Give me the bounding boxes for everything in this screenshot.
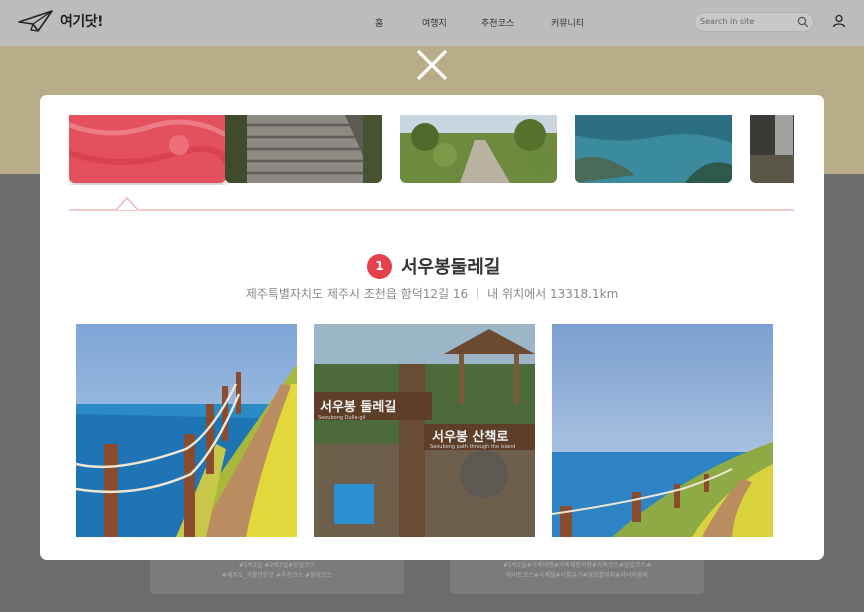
nav-item-destinations[interactable]: 여행지 [422,16,447,29]
sign-lower-en: Seoubong path through the island [430,444,515,450]
place-photo[interactable] [76,324,297,537]
sign-upper-en: Seoubong Dulle-gil [318,415,365,421]
carousel-thumb[interactable] [225,115,382,183]
card-tags: #1박2일#가족여행#가족체험여행#가족코스#당일코스# [502,562,652,569]
top-header: 여기닷! 홈 여행지 추천코스 커뮤니티 Search in site [0,0,864,46]
carousel-thumb[interactable] [575,115,732,183]
thumbnail-carousel [69,115,794,185]
search-box[interactable]: Search in site [694,12,814,32]
carousel-indicator-track [69,196,794,211]
nav-item-recommended-courses[interactable]: 추천코스 [481,16,514,29]
place-address: 제주특별자치도 제주시 조천읍 함덕12길 16 [245,287,469,301]
place-info: 제주특별자치도 제주시 조천읍 함덕12길 16 내 위치에서 13318.1km [40,285,824,302]
card-tags: #1박2일 #2박3일#당일코스 [238,562,316,569]
carousel-thumb[interactable] [750,115,794,183]
nav-item-community[interactable]: 커뮤니티 [551,16,584,29]
place-distance: 내 위치에서 13318.1km [487,287,619,301]
search-icon[interactable] [797,16,809,28]
user-icon[interactable] [832,14,846,28]
info-divider [477,288,479,299]
carousel-thumb[interactable] [400,115,557,183]
sign-upper-text: 서우봉 둘레길 [320,400,396,415]
nav-item-home[interactable]: 홈 [375,16,383,29]
place-photo[interactable]: 서우봉 둘레길 Seoubong Dulle-gil 서우봉 산책로 Seoub… [314,324,535,537]
place-photo[interactable] [552,324,773,537]
search-input[interactable]: Search in site [700,17,754,26]
sign-lower-text: 서우봉 산책로 [432,429,508,445]
place-title: 서우봉둘레길 [401,257,501,278]
place-number-badge: 1 [367,254,392,279]
carousel-thumb-active[interactable] [69,115,226,183]
card-tags: 데이트코스#사계절#이름유가#영화촬영지#자녀와함께 [506,572,648,579]
place-detail-modal: 1 서우봉둘레길 제주특별자치도 제주시 조천읍 함덕12길 16 내 위치에서 … [40,95,824,560]
close-icon[interactable] [414,47,450,83]
card-tags: #제주도_가볼만한곳 #추천코스 #힐링코스 [221,572,333,579]
